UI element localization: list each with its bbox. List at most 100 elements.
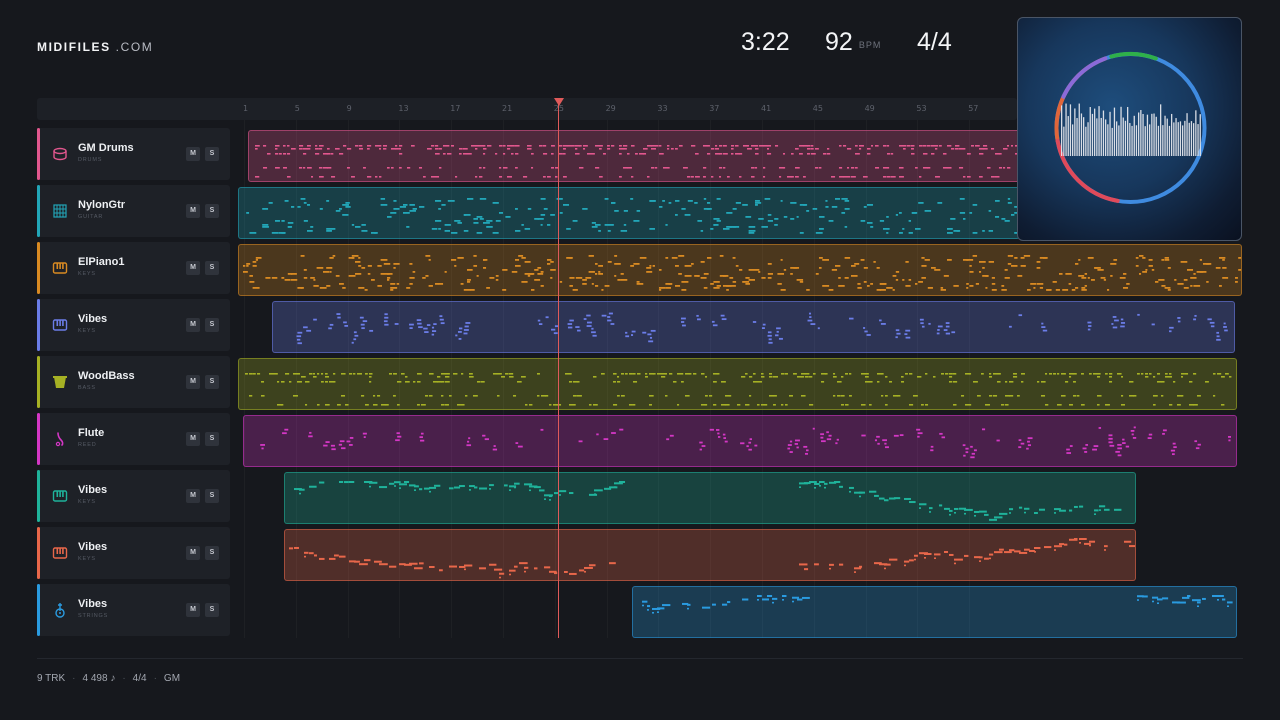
ruler-tick-29: 29 [605,104,616,113]
ruler-tick-13: 13 [398,104,409,113]
bass-icon [52,374,68,390]
note-pattern [294,481,1122,521]
track-color-bar [37,242,40,294]
mute-button[interactable]: M [186,546,200,560]
ruler-tick-17: 17 [450,104,461,113]
solo-button[interactable]: S [205,489,219,503]
note-pattern [255,145,1040,178]
piano-icon [52,260,68,276]
mute-button[interactable]: M [186,318,200,332]
track-category: KEYS [78,556,96,562]
track-name: Vibes [78,484,108,496]
midi-clip[interactable] [272,301,1235,353]
track-header[interactable]: ElPiano1 KEYS M S [37,242,230,294]
track-header[interactable]: NylonGtr GUITAR M S [37,185,230,237]
track-lane[interactable] [236,299,1244,354]
piano-icon [52,488,68,504]
track-color-bar [37,413,40,465]
midi-clip[interactable] [284,529,1137,581]
track-header[interactable]: Vibes STRINGS M S [37,584,230,636]
ruler-tick-49: 49 [864,104,875,113]
note-pattern [243,255,1241,291]
track-category: STRINGS [78,613,109,619]
note-count: 4 498 ♪ [82,673,116,684]
track-lane[interactable] [236,413,1244,468]
ruler-tick-9: 9 [346,104,352,113]
solo-button[interactable]: S [205,261,219,275]
mute-button[interactable]: M [186,489,200,503]
midi-clip[interactable] [238,244,1242,296]
guitar-icon [52,203,68,219]
solo-button[interactable]: S [205,546,219,560]
note-pattern [296,312,1229,345]
track-name: WoodBass [78,370,135,382]
piano-icon [52,545,68,561]
solo-button[interactable]: S [205,147,219,161]
ruler-tick-41: 41 [761,104,772,113]
track-name: GM Drums [78,142,134,154]
track-name: Vibes [78,313,108,325]
track-lane[interactable] [236,356,1244,411]
mute-button[interactable]: M [186,147,200,161]
footer-divider [37,658,1243,659]
time-signature-readout: 4/4 [917,28,952,56]
playhead-handle[interactable] [554,98,564,106]
piano-icon [52,317,68,333]
track-header[interactable]: WoodBass BASS M S [37,356,230,408]
ruler-tick-5: 5 [294,104,300,113]
track-lane[interactable] [236,527,1244,582]
midi-clip[interactable] [632,586,1237,638]
track-header[interactable]: GM Drums DRUMS M S [37,128,230,180]
track-category: KEYS [78,499,96,505]
mute-button[interactable]: M [186,204,200,218]
solo-button[interactable]: S [205,204,219,218]
midi-clip[interactable] [238,358,1237,410]
midi-clip[interactable] [284,472,1137,524]
midi-clip[interactable] [248,130,1041,182]
bpm-value: 92 [825,28,853,56]
track-header[interactable]: Vibes KEYS M S [37,527,230,579]
drum-icon [52,146,68,162]
track-header[interactable]: Flute REED M S [37,413,230,465]
mute-button[interactable]: M [186,432,200,446]
midi-clip[interactable] [243,415,1237,467]
strings-icon [52,602,68,618]
track-header[interactable]: Vibes KEYS M S [37,470,230,522]
note-pattern [642,595,1233,614]
track-lane[interactable] [236,470,1244,525]
solo-button[interactable]: S [205,603,219,617]
tempo-readout: 92 BPM [825,28,881,57]
mute-button[interactable]: M [186,603,200,617]
footer-status: 9 TRK · 4 498 ♪ · 4/4 · GM [37,673,181,684]
track-category: REED [78,442,97,448]
track-name: Vibes [78,541,108,553]
solo-button[interactable]: S [205,318,219,332]
track-category: KEYS [78,328,96,334]
track-lane[interactable] [236,242,1244,297]
brand-domain: .COM [110,40,154,54]
track-header[interactable]: Vibes KEYS M S [37,299,230,351]
note-pattern [289,538,1136,579]
track-count: 9 TRK [37,673,66,684]
playhead[interactable] [558,100,559,638]
track-color-bar [37,584,40,636]
solo-button[interactable]: S [205,432,219,446]
brand-logo[interactable]: MIDIFILES .COM [37,40,153,54]
track-color-bar [37,527,40,579]
track-color-bar [37,299,40,351]
flute-icon [52,431,68,447]
mute-button[interactable]: M [186,375,200,389]
bpm-unit: BPM [858,40,882,50]
audio-visualizer [1017,17,1242,241]
track-lane[interactable] [236,584,1244,639]
ruler-tick-53: 53 [916,104,927,113]
solo-button[interactable]: S [205,375,219,389]
track-name: Flute [78,427,105,439]
timeline-ruler[interactable]: 159131721252933374145495357 [37,98,1017,120]
time-readout: 3:22 [741,28,790,56]
brand-name: MIDIFILES [37,40,111,54]
ruler-tick-57: 57 [968,104,979,113]
midi-clip[interactable] [238,187,1021,239]
mute-button[interactable]: M [186,261,200,275]
note-pattern [260,426,1232,459]
